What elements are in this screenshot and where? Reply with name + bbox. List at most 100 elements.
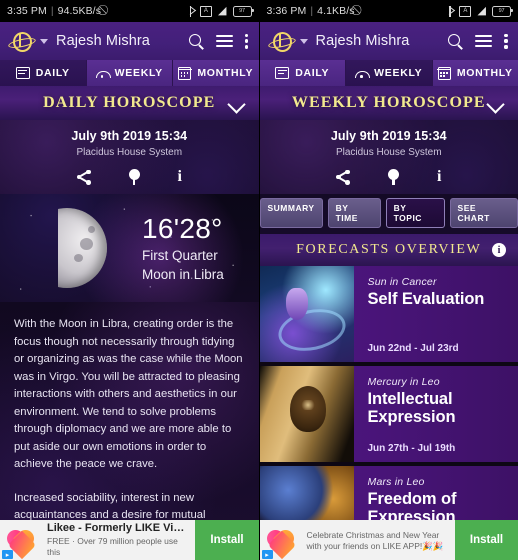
forecast-card[interactable]: Mercury in Leo Intellectual Expression J… (259, 366, 518, 462)
overflow-menu-icon[interactable] (504, 33, 508, 49)
tab-daily-label: DAILY (35, 67, 70, 79)
chevron-down-icon[interactable] (226, 95, 246, 114)
tab-weekly[interactable]: WEEKLY (346, 60, 433, 86)
tab-monthly-label: MONTHLY (197, 67, 254, 79)
monthly-calendar-icon (437, 66, 452, 80)
segment-by-time[interactable]: BY TIME (327, 198, 381, 228)
ad-banner[interactable]: Celebrate Christmas and New Year with yo… (259, 520, 518, 560)
tab-bar: DAILY WEEKLY MONTHLY (0, 60, 259, 86)
ad-banner[interactable]: Likee - Formerly LIKE Video FREE · Over … (0, 520, 259, 560)
horoscope-body: With the Moon in Libra, creating order i… (0, 302, 259, 531)
forecast-card[interactable]: Sun in Cancer Self Evaluation Jun 22nd -… (259, 266, 518, 362)
forecast-card[interactable]: Mars in Leo Freedom of Expression (259, 466, 518, 526)
forecasts-overview-title: FORECASTS OVERVIEW (296, 242, 482, 257)
starfield-decoration (0, 194, 259, 302)
chart-datetime: July 9th 2019 15:34 (71, 129, 188, 143)
segment-see-chart[interactable]: SEE CHART (449, 198, 518, 228)
house-system-label: Placidus House System (335, 147, 442, 158)
info-icon[interactable]: i (492, 243, 506, 257)
daily-card-icon (15, 67, 30, 79)
search-icon[interactable] (448, 33, 463, 49)
horoscope-paragraph-1: With the Moon in Libra, creating order i… (14, 318, 243, 470)
status-separator: | (310, 5, 314, 17)
right-screen: 3:36 PM | 4.1KB/s ⃠ A ◢ 97 Rajesh Mishra (259, 0, 518, 560)
status-bar: 3:36 PM | 4.1KB/s ⃠ A ◢ 97 (259, 0, 518, 22)
tab-daily[interactable]: DAILY (0, 60, 87, 86)
location-pin-icon[interactable] (128, 169, 140, 185)
page-title: DAILY HOROSCOPE (43, 94, 216, 111)
app-bar: Rajesh Mishra (259, 22, 518, 60)
forecast-date-range: Jun 22nd - Jul 23rd (367, 343, 459, 354)
planet-logo-icon (7, 30, 37, 52)
wifi-icon: ◢ (217, 4, 227, 17)
profile-dropdown-caret-icon[interactable] (299, 38, 308, 44)
ad-choices-icon[interactable]: ▸ (261, 550, 273, 559)
tab-monthly-label: MONTHLY (456, 67, 513, 79)
forecasts-overview-header: FORECASTS OVERVIEW i (259, 234, 518, 266)
mercury-in-leo-artwork (259, 366, 354, 462)
tab-weekly-label: WEEKLY (114, 67, 163, 79)
tab-weekly-label: WEEKLY (374, 67, 423, 79)
tab-monthly[interactable]: MONTHLY (432, 60, 518, 86)
action-icon-row: i (260, 169, 518, 188)
mars-in-leo-artwork (259, 466, 354, 526)
monthly-calendar-icon (177, 66, 192, 80)
weekly-speedometer-icon (95, 68, 111, 78)
headline-band[interactable]: WEEKLY HOROSCOPE (259, 86, 518, 120)
left-screen: 3:35 PM | 94.5KB/s ⃠ A ◢ 97 Rajesh Mishr… (0, 0, 260, 560)
profile-dropdown-caret-icon[interactable] (40, 38, 48, 44)
profile-name[interactable]: Rajesh Mishra (316, 33, 443, 49)
forecast-subtitle: Mercury in Leo (367, 376, 440, 388)
bluetooth-icon (187, 5, 194, 17)
hamburger-menu-icon[interactable] (475, 34, 492, 48)
page-title: WEEKLY HOROSCOPE (291, 94, 486, 111)
tab-daily-label: DAILY (295, 67, 330, 79)
tab-weekly[interactable]: WEEKLY (86, 60, 173, 86)
app-bar: Rajesh Mishra (0, 22, 259, 60)
hamburger-menu-icon[interactable] (215, 34, 233, 48)
ad-subtitle: Celebrate Christmas and New Year with yo… (306, 530, 444, 551)
battery-level: 97 (239, 8, 245, 14)
daily-card-icon (275, 67, 290, 79)
ad-subtitle: FREE · Over 79 million people use this (47, 536, 178, 557)
share-icon[interactable] (76, 169, 91, 185)
tab-daily[interactable]: DAILY (259, 60, 346, 86)
overflow-menu-icon[interactable] (244, 33, 249, 49)
tab-monthly[interactable]: MONTHLY (173, 60, 259, 86)
battery-icon: 97 (492, 5, 513, 17)
screenshot-icon: A (199, 5, 212, 17)
chevron-down-icon[interactable] (486, 95, 505, 114)
planet-logo-icon (266, 30, 297, 52)
profile-name[interactable]: Rajesh Mishra (56, 33, 183, 49)
segment-summary[interactable]: SUMMARY (259, 198, 323, 228)
weekly-speedometer-icon (355, 68, 371, 78)
ad-choices-icon[interactable]: ▸ (2, 550, 13, 559)
sun-in-cancer-artwork (259, 266, 354, 362)
status-network-speed: 4.1KB/s (317, 5, 355, 17)
date-block: July 9th 2019 15:34 Placidus House Syste… (259, 120, 518, 194)
forecast-date-range: Jun 27th - Jul 19th (367, 443, 456, 454)
action-icon-row: i (0, 169, 259, 188)
info-icon[interactable]: i (437, 169, 441, 185)
forecast-subtitle: Sun in Cancer (367, 276, 437, 288)
ad-install-button[interactable]: Install (195, 520, 259, 560)
ad-title: Likee - Formerly LIKE Video (47, 522, 189, 535)
forecast-title: Self Evaluation (367, 290, 485, 308)
house-system-label: Placidus House System (76, 147, 183, 158)
headline-band[interactable]: DAILY HOROSCOPE (0, 86, 259, 120)
status-bar: 3:35 PM | 94.5KB/s ⃠ A ◢ 97 (0, 0, 259, 22)
segment-by-topic[interactable]: BY TOPIC (385, 198, 445, 228)
dual-screenshot-frame: 3:35 PM | 94.5KB/s ⃠ A ◢ 97 Rajesh Mishr… (0, 0, 518, 560)
status-network-speed: 94.5KB/s (57, 5, 102, 17)
search-icon[interactable] (188, 33, 204, 49)
moon-phase-block: 16'28° First Quarter Moon in Libra (0, 194, 259, 302)
forecast-card-list: Sun in Cancer Self Evaluation Jun 22nd -… (259, 266, 518, 526)
status-separator: | (50, 5, 54, 17)
info-icon[interactable]: i (178, 169, 182, 185)
share-icon[interactable] (336, 169, 351, 185)
chart-datetime: July 9th 2019 15:34 (330, 129, 447, 143)
tab-bar: DAILY WEEKLY MONTHLY (259, 60, 518, 86)
ad-install-button[interactable]: Install (454, 520, 518, 560)
status-time: 3:36 PM (266, 5, 307, 17)
location-pin-icon[interactable] (388, 169, 400, 185)
